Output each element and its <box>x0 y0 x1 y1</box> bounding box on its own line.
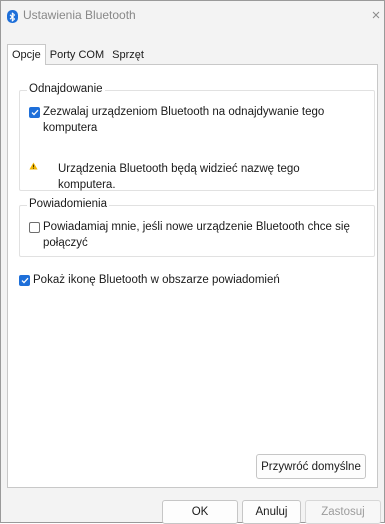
notifications-group-title: Powiadomienia <box>27 198 109 210</box>
tab-hardware[interactable]: Sprzęt <box>108 46 148 64</box>
bluetooth-settings-window: Ustawienia Bluetooth Opcje Porty COM Spr… <box>0 0 385 524</box>
allow-discovery-label[interactable]: Zezwalaj urządzeniom Bluetooth na odnajd… <box>43 104 324 136</box>
cancel-button[interactable]: Anuluj <box>242 500 301 524</box>
allow-discovery-checkbox[interactable] <box>29 107 40 118</box>
options-panel: Odnajdowanie Zezwalaj urządzeniom Blueto… <box>7 64 378 488</box>
window-title: Ustawienia Bluetooth <box>23 8 136 22</box>
tab-options[interactable]: Opcje <box>7 44 46 65</box>
warning-text-line1: Urządzenia Bluetooth będą widzieć nazwę … <box>58 163 300 175</box>
tab-com-ports[interactable]: Porty COM <box>46 46 108 64</box>
discovery-group-title: Odnajdowanie <box>27 83 105 95</box>
restore-defaults-button[interactable]: Przywróć domyślne <box>256 454 366 479</box>
close-icon <box>372 11 380 19</box>
tab-strip: Opcje Porty COM Sprzęt <box>7 44 148 65</box>
warning-text-line2: komputera. <box>58 179 116 191</box>
show-tray-icon-checkbox[interactable] <box>19 275 30 286</box>
apply-button[interactable]: Zastosuj <box>305 500 381 524</box>
allow-discovery-label-line1: Zezwalaj urządzeniom Bluetooth na odnajd… <box>43 106 325 118</box>
bluetooth-icon <box>7 10 18 23</box>
warning-text: Urządzenia Bluetooth będą widzieć nazwę … <box>58 161 328 193</box>
dialog-button-bar: OK Anuluj Zastosuj <box>1 491 384 524</box>
discovery-group: Odnajdowanie Zezwalaj urządzeniom Blueto… <box>19 83 375 193</box>
title-bar[interactable]: Ustawienia Bluetooth <box>1 1 384 31</box>
show-tray-icon-label[interactable]: Pokaż ikonę Bluetooth w obszarze powiado… <box>33 272 280 288</box>
allow-discovery-label-line2: komputera <box>43 122 98 134</box>
notifications-group: Powiadomienia Powiadamiaj mnie, jeśli no… <box>19 198 375 257</box>
allow-discovery-option: Zezwalaj urządzeniom Bluetooth na odnajd… <box>29 104 324 136</box>
checkmark-icon <box>21 277 28 284</box>
notify-new-device-label-line2: połączyć <box>43 237 88 249</box>
close-button[interactable] <box>368 6 384 24</box>
notify-new-device-label-line1: Powiadamiaj mnie, jeśli nowe urządzenie … <box>43 221 350 233</box>
notify-new-device-checkbox[interactable] <box>29 222 40 233</box>
notify-new-device-label[interactable]: Powiadamiaj mnie, jeśli nowe urządzenie … <box>43 219 350 251</box>
show-tray-icon-option: Pokaż ikonę Bluetooth w obszarze powiado… <box>19 272 280 288</box>
warning-icon <box>29 162 38 170</box>
ok-button[interactable]: OK <box>162 500 238 524</box>
checkmark-icon <box>31 109 38 116</box>
notify-new-device-option: Powiadamiaj mnie, jeśli nowe urządzenie … <box>29 219 350 251</box>
